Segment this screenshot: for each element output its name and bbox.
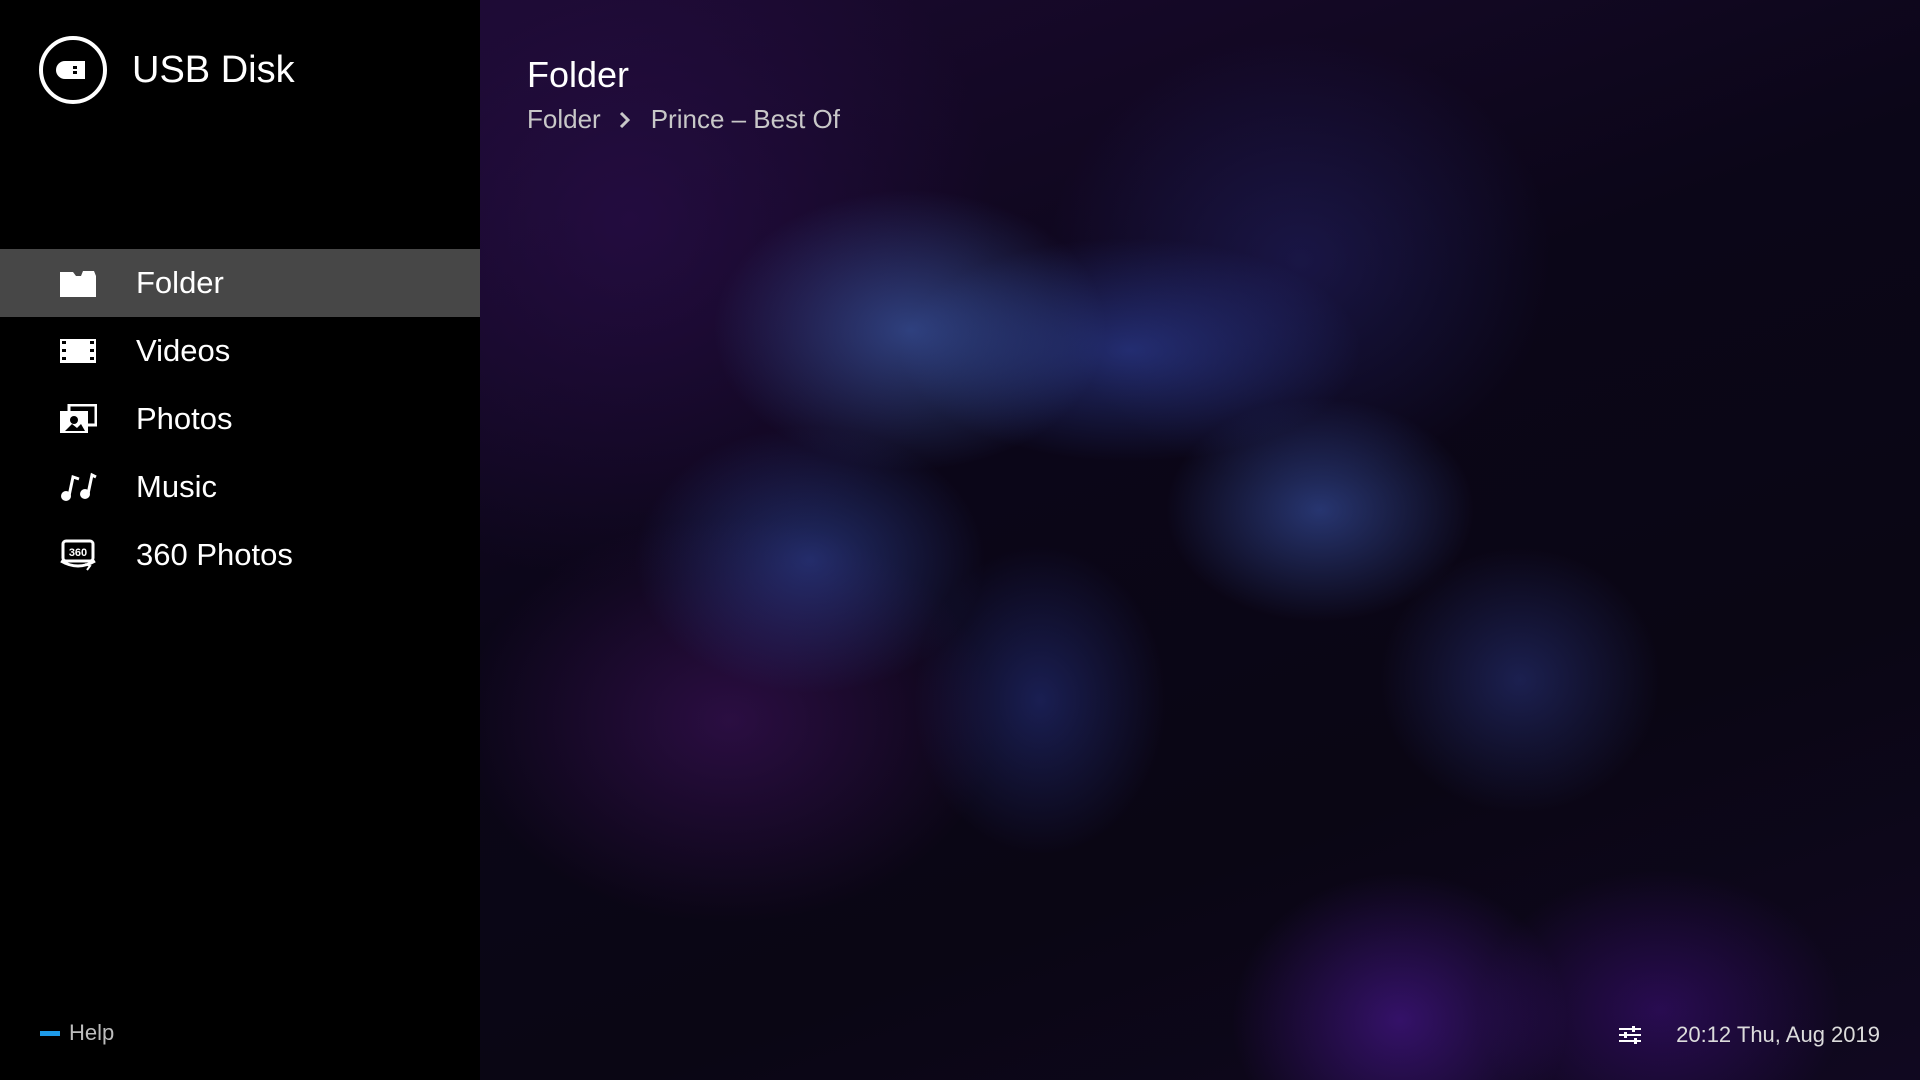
- usb-drive-icon: [39, 36, 107, 104]
- sidebar-item-folder[interactable]: Folder: [0, 249, 480, 317]
- sidebar-item-label: Folder: [136, 265, 224, 300]
- music-notes-icon: [58, 467, 98, 507]
- breadcrumb: Folder Prince – Best Of: [527, 104, 840, 135]
- source-title: USB Disk: [132, 48, 295, 91]
- status-bar: 20:12 Thu, Aug 2019: [1618, 1022, 1880, 1048]
- sidebar-item-videos[interactable]: Videos: [0, 317, 480, 385]
- breadcrumb-item[interactable]: Folder: [527, 104, 601, 135]
- sidebar-item-photos[interactable]: Photos: [0, 385, 480, 453]
- sidebar: USB Disk Folder Videos Photos Music 360 …: [0, 0, 480, 1080]
- film-icon: [58, 331, 98, 371]
- sidebar-item-label: Videos: [136, 333, 231, 368]
- blue-key-icon: [40, 1030, 60, 1036]
- sidebar-item-label: 360 Photos: [136, 537, 293, 572]
- breadcrumb-item: Prince – Best Of: [650, 104, 841, 134]
- chevron-right-icon: [615, 110, 635, 130]
- svg-text:360: 360: [69, 547, 87, 559]
- sidebar-item-360-photos[interactable]: 360 360 Photos: [0, 521, 480, 589]
- clock-datetime: 20:12 Thu, Aug 2019: [1676, 1022, 1880, 1047]
- page-title: Folder: [527, 54, 630, 95]
- sidebar-nav: Folder Videos Photos Music 360 360 Photo…: [0, 249, 480, 589]
- sidebar-item-label: Music: [136, 469, 217, 504]
- main-panel: Folder Folder Prince – Best Of 20:12 Thu…: [480, 0, 1920, 1080]
- help-button[interactable]: Help: [40, 1020, 114, 1046]
- sidebar-item-label: Photos: [136, 401, 233, 436]
- settings-sliders-icon[interactable]: [1618, 1023, 1642, 1047]
- help-label: Help: [69, 1020, 115, 1045]
- sidebar-item-music[interactable]: Music: [0, 453, 480, 521]
- source-header: USB Disk: [39, 36, 295, 104]
- photo-360-icon: 360: [58, 535, 98, 575]
- folder-icon: [58, 263, 98, 303]
- photos-icon: [58, 399, 98, 439]
